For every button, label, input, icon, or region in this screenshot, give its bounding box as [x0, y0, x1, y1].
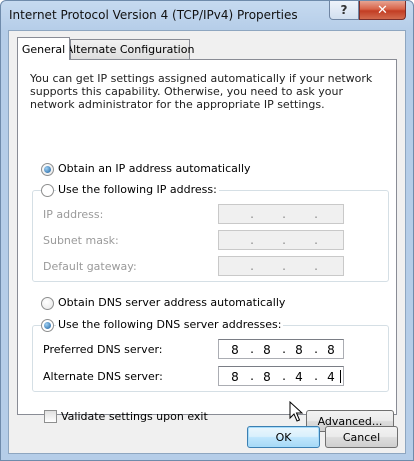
dialog-window: Internet Protocol Version 4 (TCP/IPv4) P… [0, 0, 414, 461]
close-icon: ✕ [377, 2, 388, 18]
alternate-dns-octet-1: 8 [231, 370, 239, 384]
ip-address-label: IP address: [43, 208, 104, 221]
default-gateway-label: Default gateway: [43, 260, 137, 273]
subnet-mask-field: ... [218, 230, 344, 250]
preferred-dns-octet-2: 8 [263, 343, 271, 357]
cancel-button[interactable]: Cancel [325, 426, 398, 448]
title-bar[interactable]: Internet Protocol Version 4 (TCP/IPv4) P… [1, 1, 413, 29]
dialog-client-area: General Alternate Configuration You can … [8, 30, 406, 454]
alternate-dns-octet-3: 4 [295, 370, 303, 384]
validate-label[interactable]: Validate settings upon exit [61, 410, 208, 423]
ip-address-field: ... [218, 204, 344, 224]
alternate-dns-label: Alternate DNS server: [43, 370, 163, 383]
alternate-dns-octet-4: 4 [327, 370, 335, 384]
validate-checkbox[interactable] [44, 410, 57, 423]
tab-alternate-configuration[interactable]: Alternate Configuration [66, 39, 194, 59]
help-button[interactable]: ? [329, 1, 359, 20]
label-use-following-dns[interactable]: Use the following DNS server addresses: [56, 318, 284, 331]
radio-use-following-dns[interactable] [41, 319, 54, 332]
radio-obtain-dns-auto[interactable] [41, 297, 54, 310]
label-use-following-ip[interactable]: Use the following IP address: [56, 183, 219, 196]
label-obtain-dns-auto[interactable]: Obtain DNS server address automatically [58, 296, 285, 309]
alternate-dns-field[interactable]: 8 . 8 . 4 . 4 [218, 366, 344, 386]
close-button[interactable]: ✕ [359, 1, 406, 20]
radio-use-following-ip[interactable] [41, 184, 54, 197]
label-obtain-ip-auto[interactable]: Obtain an IP address automatically [58, 162, 251, 175]
preferred-dns-octet-1: 8 [231, 343, 239, 357]
preferred-dns-octet-4: 8 [327, 343, 335, 357]
subnet-mask-label: Subnet mask: [43, 234, 119, 247]
window-title: Internet Protocol Version 4 (TCP/IPv4) P… [9, 8, 298, 22]
radio-obtain-ip-auto[interactable] [41, 163, 54, 176]
tab-general[interactable]: General [17, 37, 70, 60]
default-gateway-field: ... [218, 256, 344, 276]
alternate-dns-octet-2: 8 [263, 370, 271, 384]
text-caret [340, 370, 341, 383]
general-tab-panel: You can get IP settings assigned automat… [17, 59, 397, 432]
preferred-dns-label: Preferred DNS server: [43, 343, 163, 356]
preferred-dns-octet-3: 8 [295, 343, 303, 357]
mouse-pointer-icon [289, 401, 304, 422]
ok-button[interactable]: OK [247, 426, 320, 448]
description-text: You can get IP settings assigned automat… [30, 72, 373, 111]
preferred-dns-field[interactable]: 8 . 8 . 8 . 8 [218, 339, 344, 359]
